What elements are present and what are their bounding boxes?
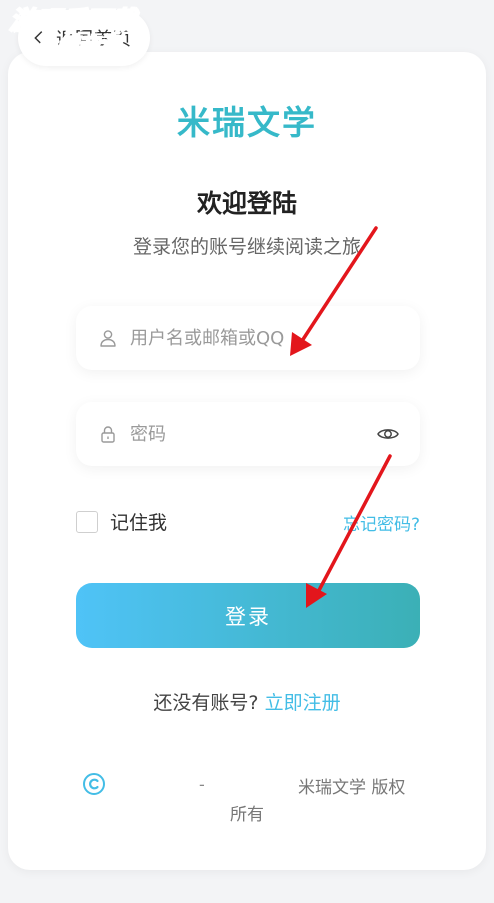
lock-icon	[101, 426, 115, 443]
username-field-wrapper	[76, 306, 420, 370]
copyright-separator: -	[199, 775, 205, 794]
remember-label: 记住我	[110, 512, 168, 534]
register-row: 还没有账号? 立即注册	[8, 688, 486, 715]
password-input[interactable]	[130, 414, 376, 454]
copyright: - 米瑞文学 版权 所有	[82, 772, 422, 825]
brand-logo: 米瑞文学	[177, 103, 317, 142]
back-home-link[interactable]: 返回首页	[18, 10, 150, 66]
register-link[interactable]: 立即注册	[265, 692, 341, 714]
copyright-icon	[83, 773, 105, 795]
page-title: 欢迎登陆	[196, 189, 297, 218]
eye-icon[interactable]	[376, 422, 400, 446]
chevron-left-icon	[34, 31, 43, 45]
back-home-label: 返回首页	[56, 29, 132, 50]
username-input[interactable]	[130, 318, 420, 358]
password-field-wrapper	[76, 402, 420, 466]
copyright-owner: 米瑞文学 版权	[298, 778, 406, 798]
login-button[interactable]: 登录	[76, 583, 420, 648]
forgot-password-link[interactable]: 忘记密码?	[343, 510, 420, 535]
remember-checkbox[interactable]	[76, 510, 98, 533]
user-icon	[100, 330, 116, 347]
remember-me[interactable]: 记住我	[76, 508, 167, 535]
register-prompt: 还没有账号?	[153, 692, 259, 714]
page-subtitle: 登录您的账号继续阅读之旅	[132, 236, 361, 258]
copyright-rights: 所有	[230, 805, 264, 825]
login-card: 米瑞文学 欢迎登陆 登录您的账号继续阅读之旅 记住我 忘记密码? 登录 还没有账…	[8, 52, 486, 870]
